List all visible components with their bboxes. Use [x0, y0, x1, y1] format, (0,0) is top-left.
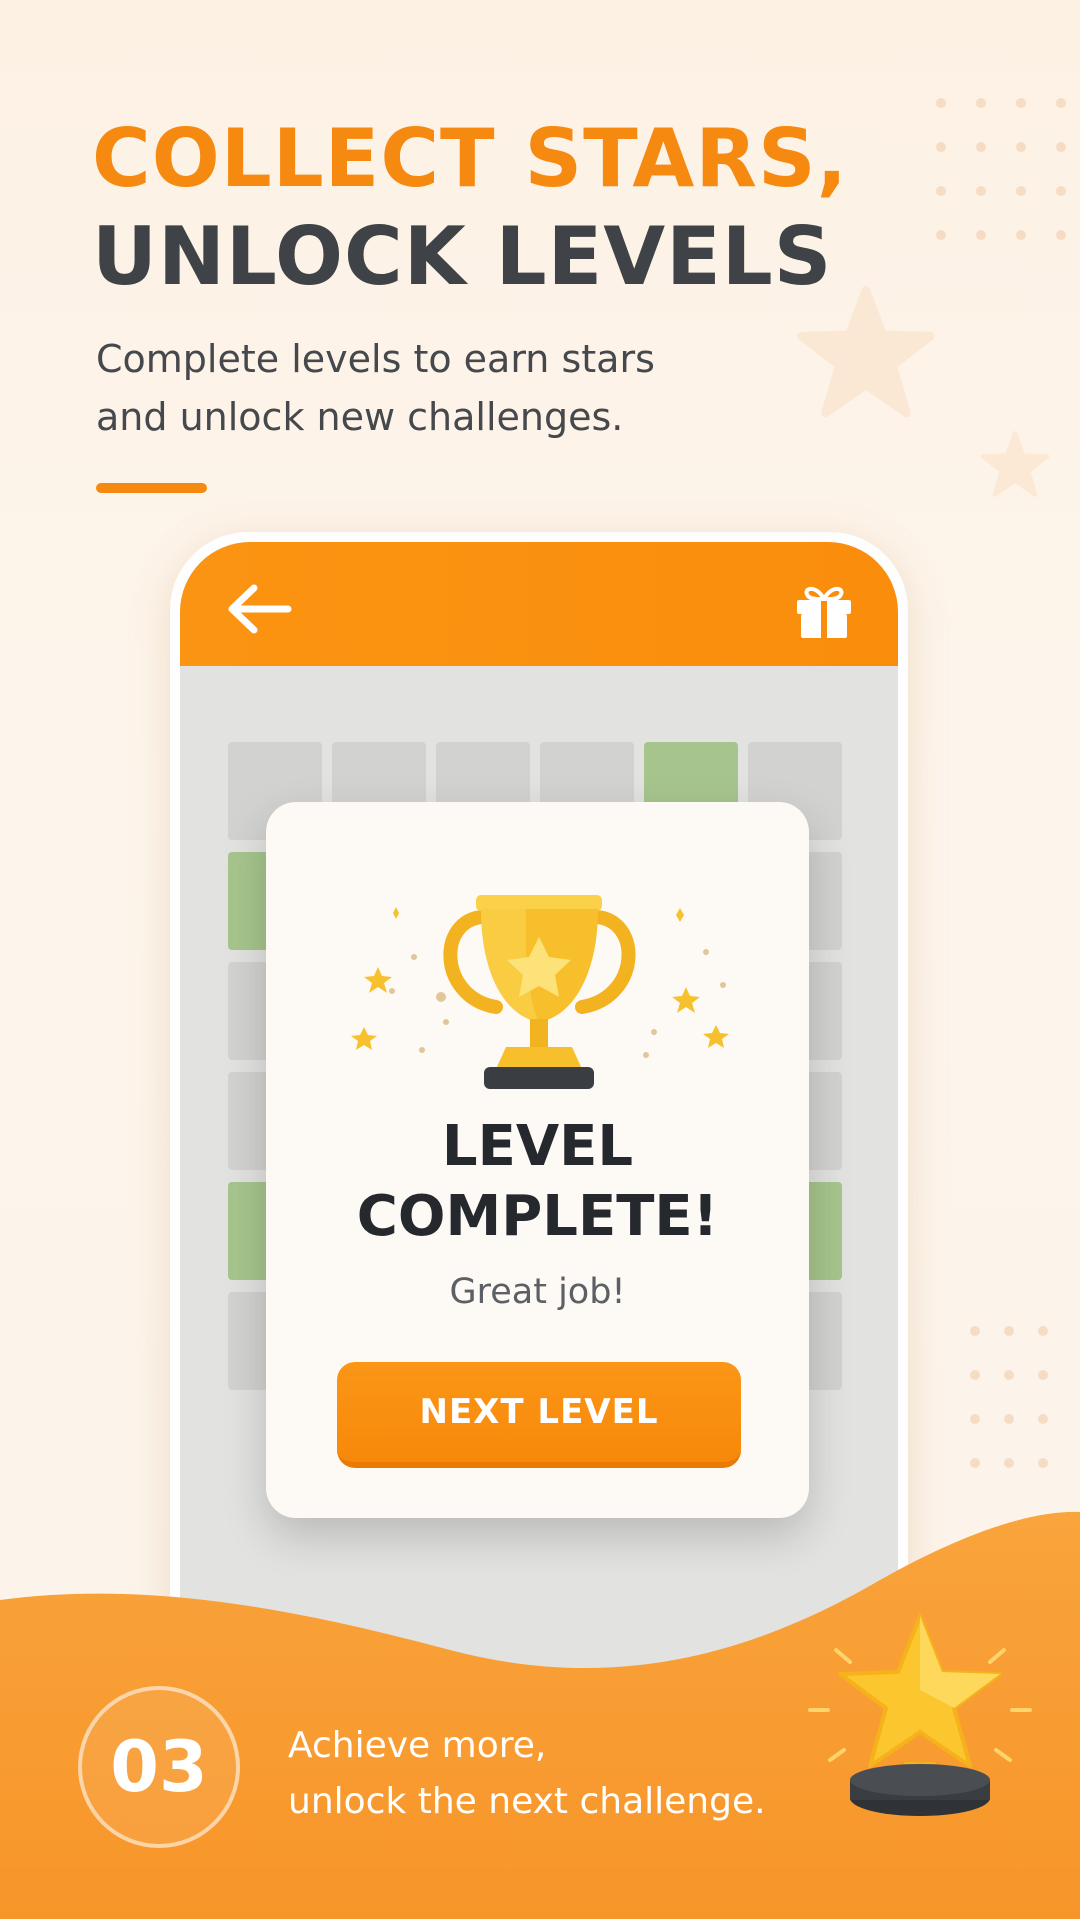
- modal-title: LEVEL COMPLETE!: [266, 1112, 809, 1252]
- headline: COLLECT STARS, UNLOCK LEVELS: [92, 110, 848, 306]
- modal-title-line-1: LEVEL: [441, 1114, 634, 1179]
- headline-line-1: COLLECT STARS,: [92, 112, 848, 205]
- gift-icon: [797, 586, 851, 638]
- app-bar: [180, 542, 898, 666]
- modal-message: Great job!: [449, 1272, 626, 1312]
- arrow-left-icon: [228, 584, 292, 634]
- headline-line-2: UNLOCK LEVELS: [92, 210, 833, 303]
- modal-title-line-2: COMPLETE!: [356, 1184, 719, 1249]
- footer-text: Achieve more, unlock the next challenge.: [288, 1718, 766, 1830]
- subtitle: Complete levels to earn stars and unlock…: [96, 337, 655, 439]
- decorative-dots-side: [970, 1326, 1048, 1468]
- star-trophy-icon: [808, 1614, 1032, 1816]
- background-star-small-icon: [980, 431, 1050, 497]
- level-complete-dialog: LEVEL COMPLETE! Great job! NEXT LEVEL: [266, 802, 809, 1518]
- gift-button[interactable]: [794, 582, 854, 640]
- accent-divider: [96, 483, 207, 493]
- decorative-dots-top: [936, 98, 1066, 240]
- footer-text-line-2: unlock the next challenge.: [288, 1781, 766, 1822]
- trophy-icon: [351, 895, 729, 1089]
- next-level-button[interactable]: NEXT LEVEL: [337, 1362, 741, 1468]
- footer-text-line-1: Achieve more,: [288, 1725, 547, 1766]
- back-button[interactable]: [224, 580, 294, 638]
- step-number-badge: 03: [78, 1686, 240, 1848]
